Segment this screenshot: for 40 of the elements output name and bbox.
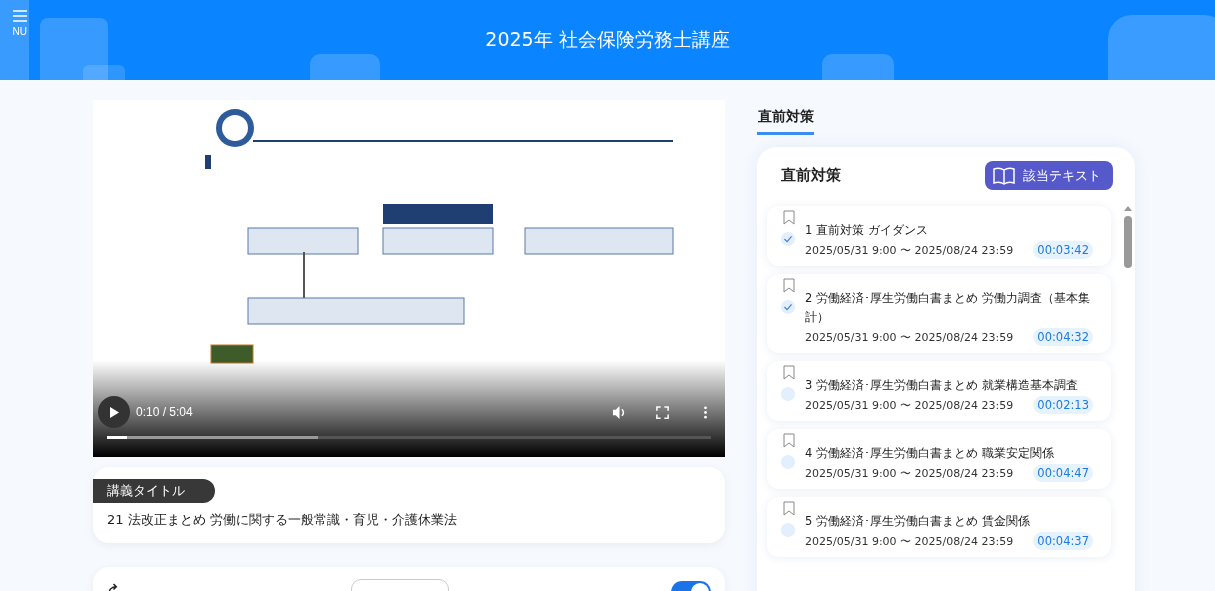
bookmark-icon[interactable] (783, 278, 795, 293)
lesson-title: 4 労働経済･厚生労働白書まとめ 職業安定関係 (805, 445, 1055, 462)
page-title: 2025年 社会保険労務士講座 (485, 27, 730, 52)
lesson-item[interactable]: 2 労働経済･厚生労働白書まとめ 労働力調査（基本集計） 2025/05/31 9:00 〜 2025/08/24 23:59 00:04:32 (767, 274, 1111, 353)
lesson-item[interactable]: 1 直前対策 ガイダンス 2025/05/31 9:00 〜 2025/08/24 23:59 00:03:42 (767, 206, 1111, 266)
lesson-period: 2025/05/31 9:00 〜 2025/08/24 23:59 (805, 397, 1014, 413)
menu-icon (13, 10, 27, 22)
volume-icon[interactable] (612, 404, 627, 420)
lesson-title: 3 労働経済･厚生労働白書まとめ 就業構造基本調査 (805, 377, 1079, 394)
lecture-title: 21 法改正まとめ 労働に関する一般常識・育児・介護休業法 (107, 511, 458, 529)
lesson-duration: 00:04:37 (1033, 532, 1093, 550)
lesson-duration: 00:04:47 (1033, 464, 1093, 482)
lecture-title-label: 講義タイトル (93, 479, 215, 503)
lesson-item[interactable]: 4 労働経済･厚生労働白書まとめ 職業安定関係 2025/05/31 9:00 〜 2025/08/24 23:59 00:04:47 (767, 429, 1111, 489)
lesson-title: 1 直前対策 ガイダンス (805, 222, 929, 239)
scroll-up-icon[interactable] (1124, 206, 1132, 211)
text-button[interactable]: 該当テキスト (985, 161, 1113, 190)
bookmark-icon[interactable] (783, 210, 795, 225)
video-player[interactable]: 0:10 / 5:04 (93, 100, 725, 457)
bookmark-icon[interactable] (783, 433, 795, 448)
section-tab[interactable]: 直前対策 (757, 100, 814, 135)
lesson-title: 5 労働経済･厚生労働白書まとめ 賃金関係 (805, 513, 1031, 530)
lesson-duration: 00:04:32 (1033, 328, 1093, 346)
lesson-period: 2025/05/31 9:00 〜 2025/08/24 23:59 (805, 465, 1014, 481)
play-icon (109, 406, 119, 418)
playback-time: 0:10 / 5:04 (136, 405, 193, 419)
fullscreen-icon[interactable] (655, 404, 670, 420)
panel-title: 直前対策 (781, 166, 841, 185)
lesson-period: 2025/05/31 9:00 〜 2025/08/24 23:59 (805, 329, 1014, 345)
bookmark-icon[interactable] (783, 501, 795, 516)
lesson-period: 2025/05/31 9:00 〜 2025/08/24 23:59 (805, 533, 1014, 549)
book-icon (993, 166, 1015, 185)
lesson-item[interactable]: 5 労働経済･厚生労働白書まとめ 賃金関係 2025/05/31 9:00 〜 2025/08/24 23:59 00:04:37 (767, 497, 1111, 557)
lesson-period: 2025/05/31 9:00 〜 2025/08/24 23:59 (805, 242, 1014, 258)
lesson-title: 2 労働経済･厚生労働白書まとめ 労働力調査（基本集計） (805, 290, 1091, 326)
lesson-duration: 00:03:42 (1033, 241, 1093, 259)
lesson-item[interactable]: 3 労働経済･厚生労働白書まとめ 就業構造基本調査 2025/05/31 9:00 〜 2025/08/24 23:59 00:02:13 (767, 361, 1111, 421)
bookmark-icon[interactable] (783, 365, 795, 380)
lesson-duration: 00:02:13 (1033, 396, 1093, 414)
seek-bar[interactable] (107, 436, 711, 439)
